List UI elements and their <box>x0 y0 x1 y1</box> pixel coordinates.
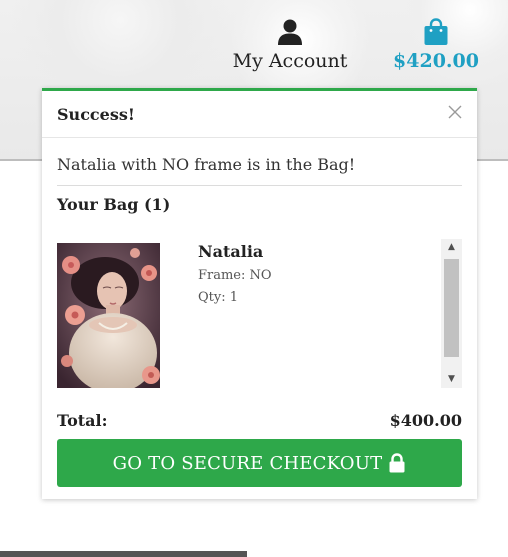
scrollbar-thumb[interactable] <box>444 259 459 357</box>
popup-title: Success! <box>57 105 135 124</box>
bag-title: Your Bag (1) <box>57 195 171 214</box>
items-scrollbar[interactable]: ▲ ▼ <box>441 239 462 388</box>
bag-items-list[interactable]: Natalia Frame: NO Qty: 1 ▲ ▼ <box>57 239 462 389</box>
popup-header: Success! <box>42 91 477 138</box>
artwork-thumbnail[interactable] <box>57 243 160 388</box>
secure-checkout-button[interactable]: GO TO SECURE CHECKOUT <box>57 439 462 487</box>
close-icon[interactable] <box>447 104 463 120</box>
scroll-up-arrow-icon[interactable]: ▲ <box>441 239 462 256</box>
total-value: $400.00 <box>389 411 462 430</box>
user-icon <box>278 19 302 45</box>
lock-icon <box>389 453 405 473</box>
my-account-link[interactable]: My Account <box>232 18 348 72</box>
shopping-bag-icon <box>424 18 448 45</box>
bag-link[interactable]: $420.00 <box>392 18 480 72</box>
item-name[interactable]: Natalia <box>198 242 263 261</box>
total-row: Total: $400.00 <box>57 411 462 433</box>
checkout-label: GO TO SECURE CHECKOUT <box>112 452 383 474</box>
total-label: Total: <box>57 411 108 430</box>
bag-total: $420.00 <box>393 50 479 72</box>
bottom-bar <box>0 551 247 557</box>
divider <box>57 185 462 186</box>
success-message: Natalia with NO frame is in the Bag! <box>57 155 356 174</box>
scroll-down-arrow-icon[interactable]: ▼ <box>441 371 462 388</box>
added-to-bag-popup: Success! Natalia with NO frame is in the… <box>42 88 477 499</box>
my-account-label: My Account <box>232 50 348 72</box>
item-quantity: Qty: 1 <box>198 290 239 305</box>
item-frame: Frame: NO <box>198 268 272 283</box>
